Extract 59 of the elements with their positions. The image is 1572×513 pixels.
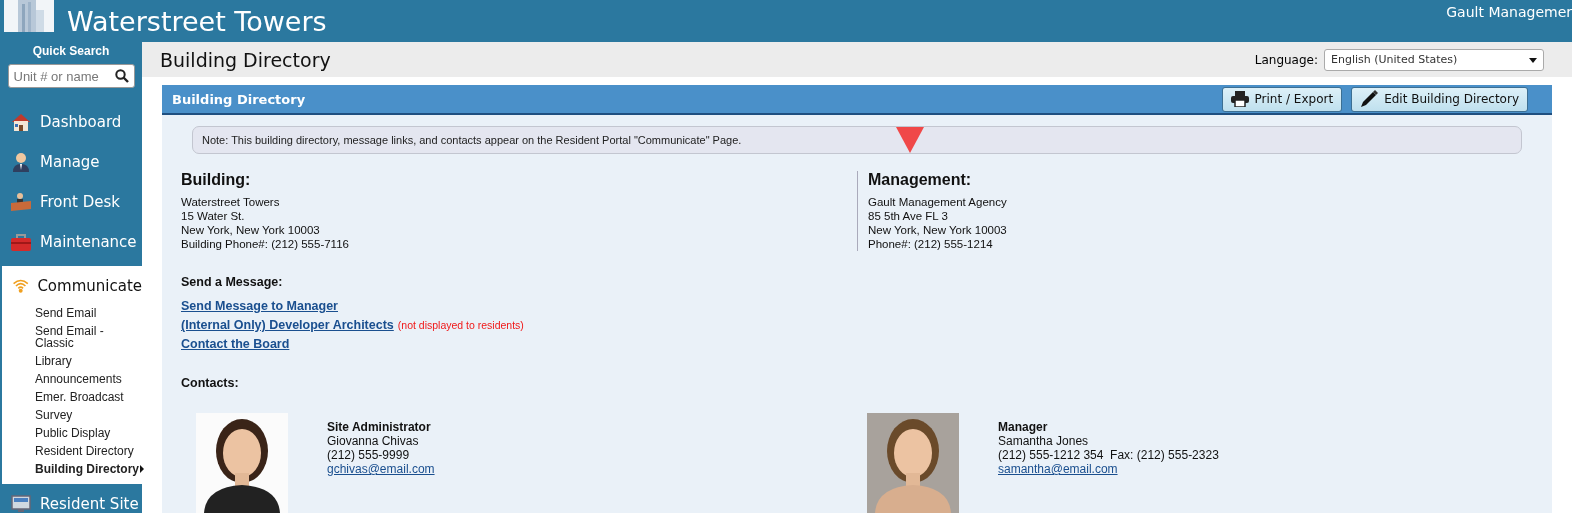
search-field[interactable]: Unit # or name xyxy=(7,64,135,88)
message-link[interactable]: (Internal Only) Developer Architects xyxy=(181,318,394,332)
desk-icon xyxy=(10,191,32,213)
submenu-item[interactable]: Library xyxy=(35,352,135,370)
address-line: Phone#: (212) 555-1214 xyxy=(868,237,994,251)
address-line: Waterstreet Towers xyxy=(181,195,281,209)
quick-search-label: Quick Search xyxy=(32,44,110,58)
panel-title: Building Directory xyxy=(172,91,306,107)
caret-icon xyxy=(1529,57,1537,63)
section-heading: Management: xyxy=(868,171,973,189)
address-line: Gault Management Agency xyxy=(868,195,1008,209)
account-name[interactable]: Gault Managemer xyxy=(1446,4,1572,20)
nav-item[interactable]: Front Desk xyxy=(0,182,142,222)
nav-item[interactable]: Resident Site xyxy=(0,484,142,513)
page-title: Building Directory xyxy=(160,48,331,71)
pen-icon xyxy=(1360,90,1379,108)
section-heading: Building: xyxy=(181,171,252,189)
contact-name: Samantha Jones xyxy=(998,434,1090,448)
submenu-item[interactable]: Announcements xyxy=(35,370,135,388)
submenu-item[interactable]: Emer. Broadcast xyxy=(35,388,135,406)
edit-button[interactable]: Edit Building Directory xyxy=(1351,86,1528,112)
house-icon xyxy=(10,111,32,133)
nav-item[interactable]: Maintenance xyxy=(0,222,142,262)
contact-role: Site Administrator xyxy=(327,420,432,434)
nav-item[interactable]: Dashboard xyxy=(0,102,142,142)
contact-phone: (212) 555-1212 354 Fax: (212) 555-2323 xyxy=(998,448,1219,462)
email-link[interactable]: gchivas@email.com xyxy=(327,462,435,476)
language-dropdown[interactable]: English (United States) xyxy=(1324,48,1544,71)
submenu-item[interactable]: Resident Directory xyxy=(35,442,135,460)
address-line: New York, New York 10003 xyxy=(181,223,321,237)
triangle-icon xyxy=(896,127,924,153)
contact-role: Manager xyxy=(998,420,1049,434)
contact-name: Giovanna Chivas xyxy=(327,434,420,448)
address-line: 15 Water St. xyxy=(181,209,246,223)
submenu-item[interactable]: Public Display xyxy=(35,424,135,442)
address-line: New York, New York 10003 xyxy=(868,223,1008,237)
section-heading: Contacts: xyxy=(181,376,240,390)
submenu-item[interactable]: Send Email - Classic xyxy=(35,322,135,352)
toolbox-icon xyxy=(10,231,32,253)
monitor-icon xyxy=(10,493,32,513)
contact-phone: (212) 555-9999 xyxy=(327,448,411,462)
warning-note: (not displayed to residents) xyxy=(397,319,524,331)
printer-icon xyxy=(1230,91,1249,107)
print-button[interactable]: Print / Export xyxy=(1221,86,1343,112)
language-label: Language: xyxy=(1254,52,1318,67)
search-icon xyxy=(114,69,129,83)
message-link[interactable]: Send Message to Manager xyxy=(181,299,338,313)
submenu-item[interactable]: Survey xyxy=(35,406,135,424)
nav-item[interactable]: Communicate xyxy=(2,268,142,304)
app-title: Waterstreet Towers xyxy=(67,5,327,37)
submenu-item[interactable]: Send Email xyxy=(35,304,135,322)
email-link[interactable]: samantha@email.com xyxy=(998,462,1118,476)
nav-item[interactable]: Manage xyxy=(0,142,142,182)
address-line: 85 5th Ave FL 3 xyxy=(868,209,949,223)
section-heading: Send a Message: xyxy=(181,275,284,289)
message-link[interactable]: Contact the Board xyxy=(181,337,290,351)
address-line: Building Phone#: (212) 555-7116 xyxy=(181,237,350,251)
note-text: Note: This building directory, message links, and contacts appear on the Resident Portal "Communicate" Page. xyxy=(202,134,742,146)
person-icon xyxy=(10,151,32,173)
